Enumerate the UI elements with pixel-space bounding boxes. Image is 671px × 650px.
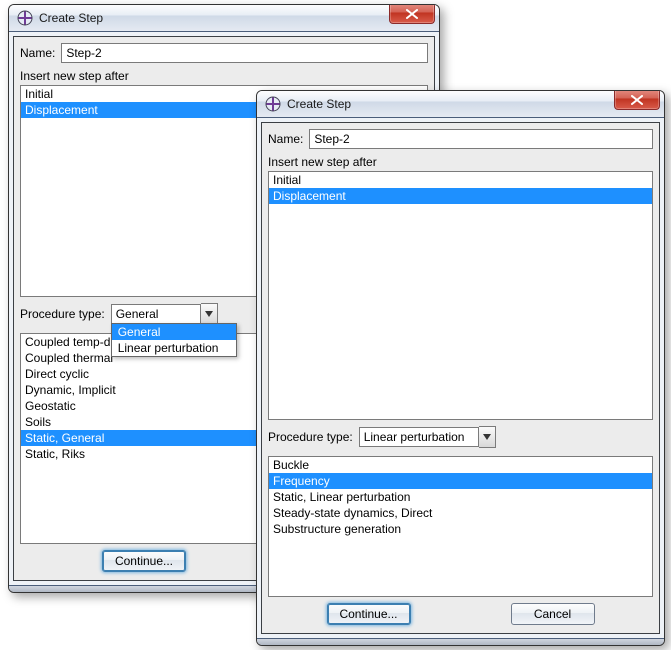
titlebar[interactable]: Create Step xyxy=(257,91,664,118)
procedure-list-item[interactable]: Static, Linear perturbation xyxy=(269,489,652,505)
procedure-list-item[interactable]: Substructure generation xyxy=(269,521,652,537)
procedure-type-option[interactable]: General xyxy=(112,324,236,340)
name-input[interactable] xyxy=(309,129,653,149)
procedure-list-item[interactable]: Buckle xyxy=(269,457,652,473)
procedure-type-label: Procedure type: xyxy=(20,307,105,321)
continue-button[interactable]: Continue... xyxy=(102,550,186,572)
dropdown-button[interactable] xyxy=(201,303,218,325)
chevron-down-icon xyxy=(205,311,213,317)
name-label: Name: xyxy=(268,132,303,146)
procedure-type-dropdown[interactable]: Linear perturbation xyxy=(359,426,496,448)
step-list-item[interactable]: Initial xyxy=(269,172,652,188)
insert-after-label: Insert new step after xyxy=(20,69,428,83)
insert-after-label: Insert new step after xyxy=(268,155,653,169)
procedure-list-item[interactable]: Frequency xyxy=(269,473,652,489)
name-input[interactable] xyxy=(61,43,428,63)
titlebar[interactable]: Create Step xyxy=(9,5,439,32)
procedure-type-label: Procedure type: xyxy=(268,430,353,444)
chevron-down-icon xyxy=(483,434,491,440)
procedure-type-dropdown[interactable]: General GeneralLinear perturbation xyxy=(111,303,218,325)
dialog-body: Name: Insert new step after InitialDispl… xyxy=(261,122,660,634)
name-row: Name: xyxy=(20,43,428,63)
name-row: Name: xyxy=(268,129,653,149)
app-icon xyxy=(265,96,281,112)
close-button[interactable] xyxy=(614,90,660,110)
procedure-type-value: General xyxy=(111,304,201,324)
step-listbox[interactable]: InitialDisplacement xyxy=(268,171,653,420)
procedure-type-option[interactable]: Linear perturbation xyxy=(112,340,236,356)
button-bar: Continue... Cancel xyxy=(268,597,653,627)
name-label: Name: xyxy=(20,46,55,60)
procedure-list-item[interactable]: Steady-state dynamics, Direct xyxy=(269,505,652,521)
window-title: Create Step xyxy=(39,11,103,25)
window-bottom-border xyxy=(257,638,664,645)
create-step-dialog-2: Create Step Name: Insert new step after … xyxy=(256,90,665,646)
continue-button[interactable]: Continue... xyxy=(327,603,411,625)
procedure-type-row: Procedure type: Linear perturbation xyxy=(268,426,653,448)
step-list-item[interactable]: Displacement xyxy=(269,188,652,204)
dropdown-button[interactable] xyxy=(479,426,496,448)
close-icon xyxy=(631,95,643,105)
close-icon xyxy=(406,9,418,19)
procedure-type-value: Linear perturbation xyxy=(359,427,479,447)
cancel-button[interactable]: Cancel xyxy=(511,603,595,625)
procedure-type-popup[interactable]: GeneralLinear perturbation xyxy=(111,323,237,357)
app-icon xyxy=(17,10,33,26)
close-button[interactable] xyxy=(389,4,435,24)
window-title: Create Step xyxy=(287,97,351,111)
procedure-listbox[interactable]: BuckleFrequencyStatic, Linear perturbati… xyxy=(268,456,653,597)
